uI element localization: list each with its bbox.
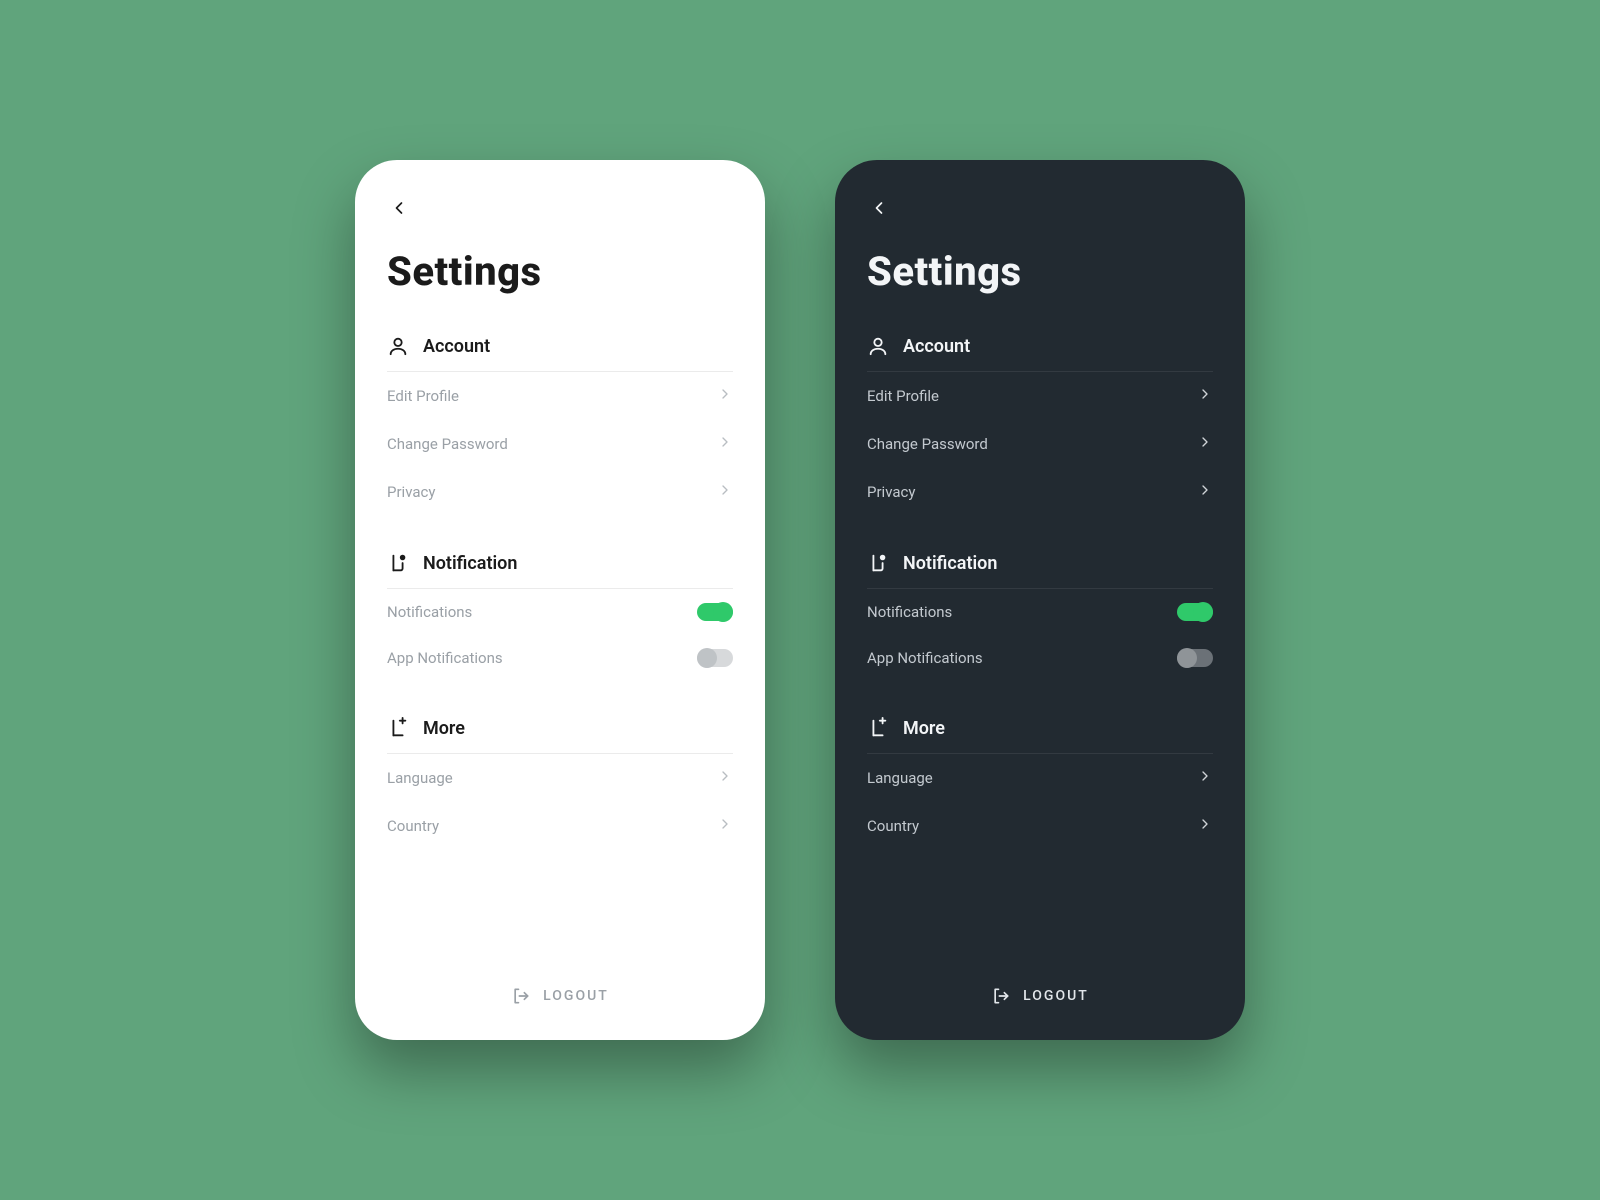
row-country[interactable]: Country bbox=[387, 802, 733, 850]
chevron-right-icon bbox=[1197, 386, 1213, 406]
chevron-right-icon bbox=[1197, 768, 1213, 788]
row-country[interactable]: Country bbox=[867, 802, 1213, 850]
row-label: Country bbox=[387, 817, 439, 835]
row-app-notifications[interactable]: App Notifications bbox=[387, 635, 733, 681]
toggle-app-notifications[interactable] bbox=[697, 649, 733, 667]
section-header-account: Account bbox=[387, 335, 733, 372]
toggle-notifications[interactable] bbox=[697, 603, 733, 621]
row-language[interactable]: Language bbox=[387, 754, 733, 802]
section-label: Notification bbox=[423, 553, 517, 574]
section-account: Account Edit Profile Change Password Pri… bbox=[387, 335, 733, 516]
toggle-notifications[interactable] bbox=[1177, 603, 1213, 621]
row-label: Notifications bbox=[387, 603, 472, 621]
section-label: More bbox=[903, 718, 945, 739]
section-more: More Language Country bbox=[867, 717, 1213, 850]
section-header-account: Account bbox=[867, 335, 1213, 372]
logout-label: LOGOUT bbox=[543, 988, 609, 1004]
row-label: Country bbox=[867, 817, 919, 835]
section-notification: Notification Notifications App Notificat… bbox=[867, 552, 1213, 681]
row-label: Edit Profile bbox=[387, 387, 459, 405]
section-account: Account Edit Profile Change Password Pri… bbox=[867, 335, 1213, 516]
row-label: Change Password bbox=[387, 435, 508, 453]
row-label: Notifications bbox=[867, 603, 952, 621]
chevron-right-icon bbox=[717, 816, 733, 836]
toggle-knob bbox=[1193, 602, 1213, 622]
back-button[interactable] bbox=[867, 196, 891, 220]
page-title: Settings bbox=[387, 248, 733, 295]
more-icon bbox=[387, 717, 409, 739]
section-label: Account bbox=[903, 336, 970, 357]
section-label: Account bbox=[423, 336, 490, 357]
row-label: App Notifications bbox=[867, 649, 983, 667]
row-privacy[interactable]: Privacy bbox=[867, 468, 1213, 516]
chevron-left-icon bbox=[869, 198, 889, 218]
toggle-knob bbox=[697, 648, 717, 668]
row-change-password[interactable]: Change Password bbox=[867, 420, 1213, 468]
section-label: Notification bbox=[903, 553, 997, 574]
section-notification: Notification Notifications App Notificat… bbox=[387, 552, 733, 681]
logout-icon bbox=[511, 986, 531, 1006]
row-app-notifications[interactable]: App Notifications bbox=[867, 635, 1213, 681]
chevron-right-icon bbox=[1197, 816, 1213, 836]
page-title: Settings bbox=[867, 248, 1213, 295]
row-label: Language bbox=[867, 769, 933, 787]
back-button[interactable] bbox=[387, 196, 411, 220]
notification-icon bbox=[387, 552, 409, 574]
section-label: More bbox=[423, 718, 465, 739]
logout-button[interactable]: LOGOUT bbox=[867, 974, 1213, 1012]
row-language[interactable]: Language bbox=[867, 754, 1213, 802]
row-privacy[interactable]: Privacy bbox=[387, 468, 733, 516]
section-header-notification: Notification bbox=[867, 552, 1213, 589]
user-icon bbox=[387, 335, 409, 357]
more-icon bbox=[867, 717, 889, 739]
section-header-notification: Notification bbox=[387, 552, 733, 589]
row-notifications[interactable]: Notifications bbox=[387, 589, 733, 635]
row-edit-profile[interactable]: Edit Profile bbox=[387, 372, 733, 420]
row-label: Privacy bbox=[387, 483, 435, 501]
chevron-right-icon bbox=[717, 768, 733, 788]
row-label: Privacy bbox=[867, 483, 915, 501]
settings-screen-light: Settings Account Edit Profile Change Pas… bbox=[355, 160, 765, 1040]
section-more: More Language Country bbox=[387, 717, 733, 850]
logout-label: LOGOUT bbox=[1023, 988, 1089, 1004]
logout-button[interactable]: LOGOUT bbox=[387, 974, 733, 1012]
row-label: Change Password bbox=[867, 435, 988, 453]
logout-icon bbox=[991, 986, 1011, 1006]
notification-icon bbox=[867, 552, 889, 574]
chevron-right-icon bbox=[717, 482, 733, 502]
chevron-left-icon bbox=[389, 198, 409, 218]
section-header-more: More bbox=[387, 717, 733, 754]
chevron-right-icon bbox=[1197, 482, 1213, 502]
section-header-more: More bbox=[867, 717, 1213, 754]
chevron-right-icon bbox=[717, 386, 733, 406]
row-label: Language bbox=[387, 769, 453, 787]
row-edit-profile[interactable]: Edit Profile bbox=[867, 372, 1213, 420]
row-label: Edit Profile bbox=[867, 387, 939, 405]
chevron-right-icon bbox=[717, 434, 733, 454]
row-change-password[interactable]: Change Password bbox=[387, 420, 733, 468]
row-notifications[interactable]: Notifications bbox=[867, 589, 1213, 635]
settings-screen-dark: Settings Account Edit Profile Change Pas… bbox=[835, 160, 1245, 1040]
toggle-knob bbox=[713, 602, 733, 622]
toggle-knob bbox=[1177, 648, 1197, 668]
toggle-app-notifications[interactable] bbox=[1177, 649, 1213, 667]
chevron-right-icon bbox=[1197, 434, 1213, 454]
user-icon bbox=[867, 335, 889, 357]
row-label: App Notifications bbox=[387, 649, 503, 667]
